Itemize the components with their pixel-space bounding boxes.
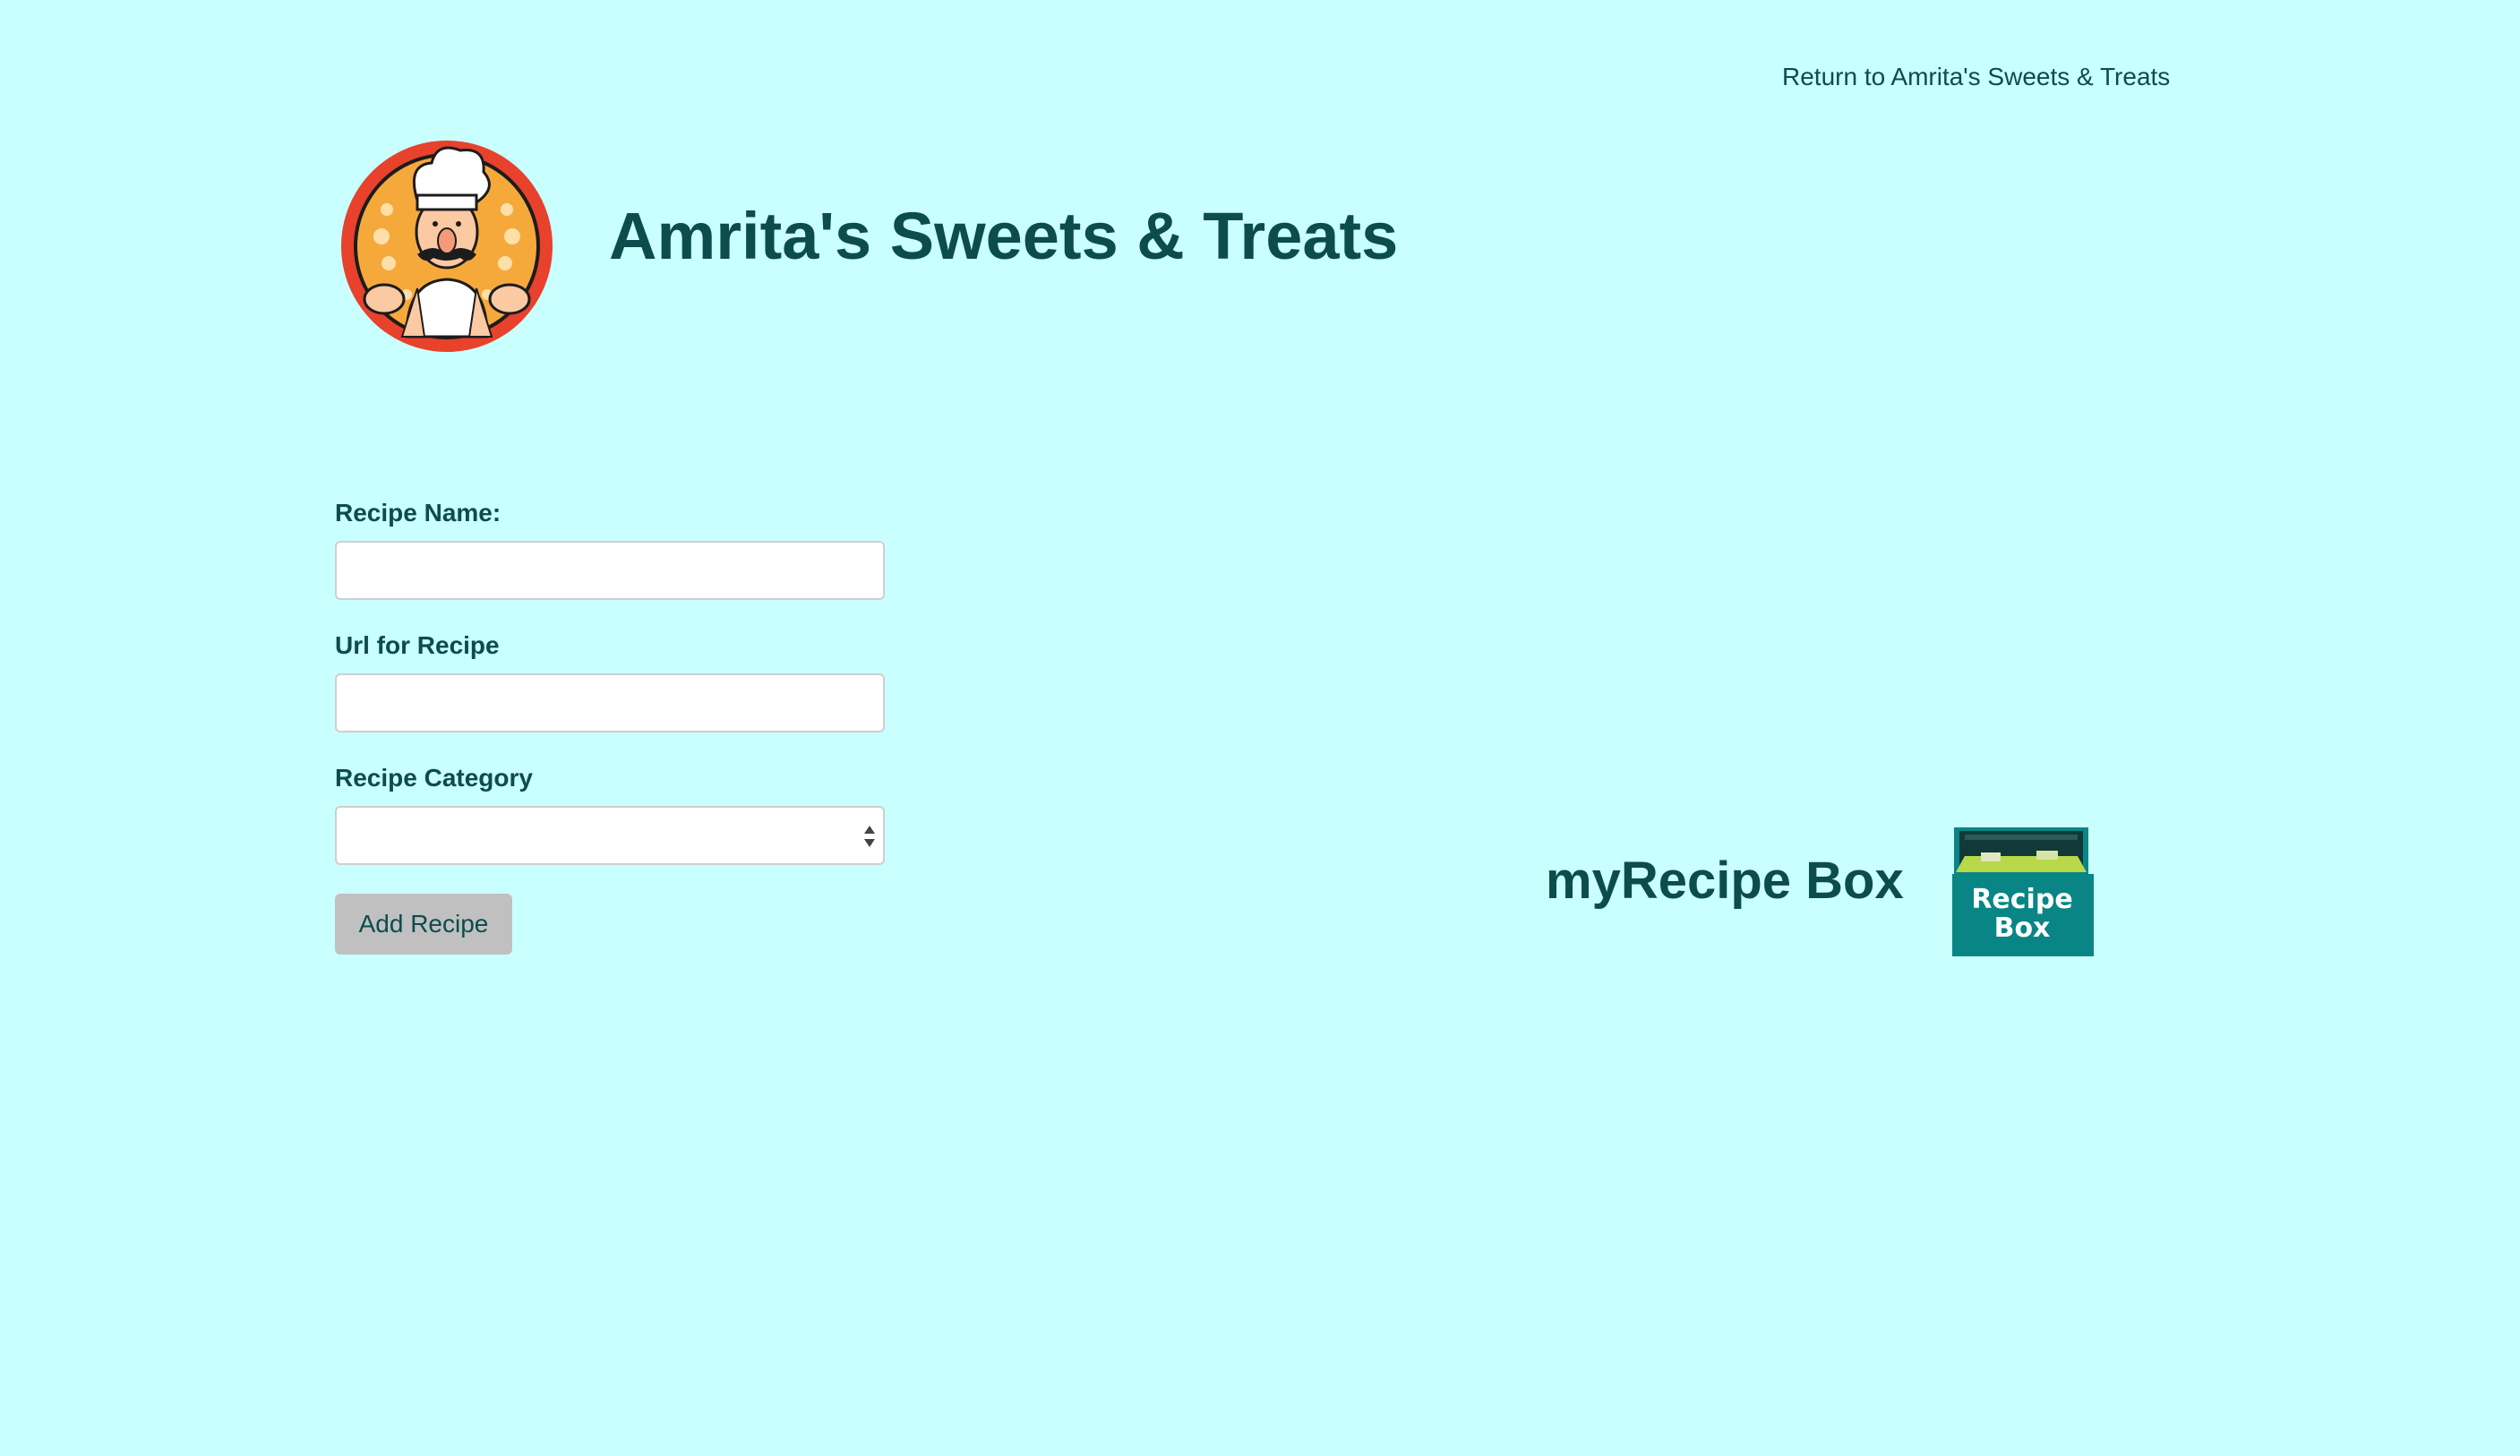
site-title: Amrita's Sweets & Treats [609, 199, 1399, 273]
select-arrows-icon [864, 826, 875, 847]
recipe-box-title: myRecipe Box [1546, 852, 1904, 910]
add-recipe-button[interactable]: Add Recipe [335, 894, 512, 955]
recipe-url-input[interactable] [335, 673, 885, 732]
recipe-box-icon[interactable]: Recipe Box [1950, 826, 2094, 956]
recipe-box-icon-text-line2: Box [1994, 912, 2051, 944]
return-link[interactable]: Return to Amrita's Sweets & Treats [1782, 63, 2170, 91]
url-label: Url for Recipe [335, 631, 500, 659]
recipe-category-select[interactable] [335, 806, 885, 865]
category-label: Recipe Category [335, 764, 533, 792]
recipe-name-label: Recipe Name: [335, 499, 501, 527]
chef-logo-icon [341, 141, 553, 352]
recipe-box-icon-text-line1: Recipe [1971, 884, 2072, 915]
page: Return to Amrita's Sweets & Treats Amrit… [0, 0, 2520, 1456]
recipe-name-input[interactable] [335, 541, 885, 600]
